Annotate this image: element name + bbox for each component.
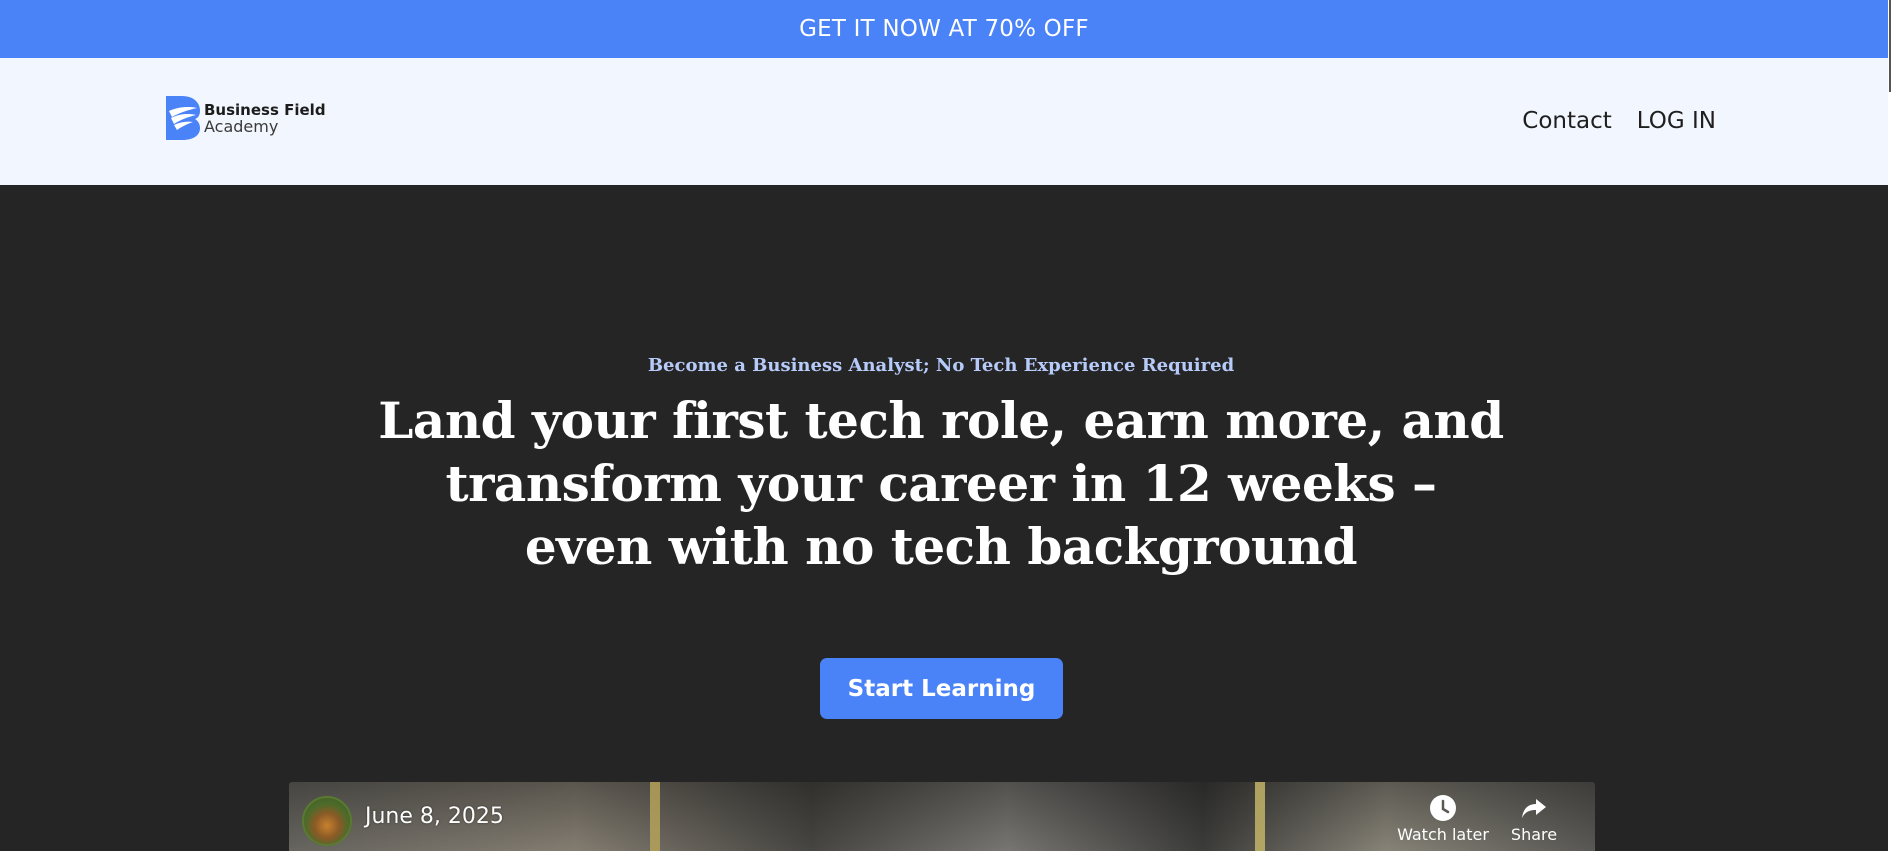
promo-banner[interactable]: GET IT NOW AT 70% OFF [0, 0, 1888, 58]
watch-later-label: Watch later [1397, 825, 1489, 844]
logo-line-1: Business Field [204, 100, 326, 119]
logo[interactable]: Business Field Academy [166, 96, 326, 140]
video-thumbnail-frame [1255, 782, 1265, 851]
promo-text: GET IT NOW AT 70% OFF [799, 16, 1089, 42]
logo-line-2: Academy [204, 116, 279, 136]
clock-icon [1430, 795, 1456, 821]
channel-avatar[interactable] [302, 796, 352, 846]
hero-section: Become a Business Analyst; No Tech Exper… [0, 185, 1888, 851]
hero-headline: Land your first tech role, earn more, an… [0, 389, 1882, 578]
logo-wordmark: Business Field Academy [204, 101, 326, 136]
logo-icon [166, 96, 200, 140]
nav-contact-link[interactable]: Contact [1522, 108, 1611, 134]
start-learning-button[interactable]: Start Learning [820, 658, 1063, 719]
share-arrow-icon [1522, 799, 1546, 818]
headline-line-3: even with no tech background [524, 517, 1358, 576]
video-thumbnail-frame [650, 782, 660, 851]
scrollbar[interactable] [1888, 0, 1892, 851]
headline-line-2: transform your career in 12 weeks – [445, 454, 1437, 513]
video-date: June 8, 2025 [365, 804, 504, 829]
main-nav: Contact LOG IN [1522, 108, 1716, 134]
headline-line-1: Land your first tech role, earn more, an… [378, 391, 1504, 450]
hero-eyebrow: Become a Business Analyst; No Tech Exper… [647, 355, 1235, 376]
nav-login-link[interactable]: LOG IN [1637, 108, 1716, 134]
site-header: Business Field Academy Contact LOG IN [0, 58, 1888, 185]
video-embed[interactable]: June 8, 2025 Watch later Share [289, 782, 1595, 851]
watch-later-button[interactable]: Watch later [1393, 794, 1493, 844]
share-button[interactable]: Share [1504, 794, 1564, 844]
scrollbar-thumb[interactable] [1889, 0, 1891, 92]
share-label: Share [1510, 825, 1558, 844]
